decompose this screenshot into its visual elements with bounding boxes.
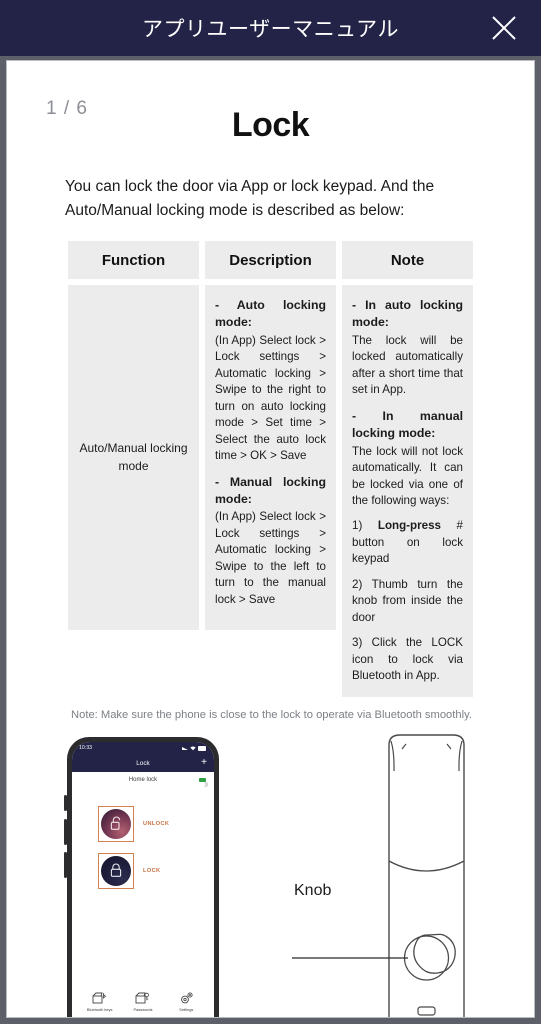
unlock-padlock-icon	[110, 816, 120, 830]
device-name: Home lock	[128, 776, 158, 783]
desc-manual-heading: - Manual locking mode:	[215, 474, 326, 507]
table-header-description: Description	[205, 241, 336, 280]
note-auto-body: The lock will be locked automatically af…	[352, 333, 463, 397]
intro-paragraph: You can lock the door via App or lock ke…	[65, 178, 435, 220]
feature-label-passwords: Passwords	[133, 1006, 153, 1012]
feature-settings[interactable]: Settings	[166, 991, 206, 1012]
device-name-row[interactable]: Home lock	[72, 772, 214, 788]
phone-screen: 10:33 Lock + Home lock ) ) ) UNLOCK LOCK…	[72, 741, 214, 1017]
battery-icon	[198, 745, 206, 751]
table-column-note: Note - In auto locking mode: The lock wi…	[342, 241, 473, 697]
lock-circle	[101, 855, 131, 886]
feature-shortcuts: Bluetooth keys Passwords Settings	[72, 991, 214, 1012]
status-time: 10:33	[79, 745, 92, 752]
bluetooth-status-icon: ) ) )	[204, 781, 208, 788]
status-icons	[182, 745, 207, 751]
table-column-function: Function Auto/Manual locking mode	[68, 241, 199, 697]
feature-table: Function Auto/Manual locking mode Descri…	[7, 241, 534, 697]
phone-appbar: Lock +	[72, 754, 214, 772]
page-title-header: アプリユーザーマニュアル	[142, 18, 399, 41]
unlock-button-frame	[98, 805, 134, 842]
password-icon	[136, 992, 150, 1003]
desc-manual-body: (In App) Select lock > Lock settings > A…	[215, 510, 326, 606]
note-item1-prefix: 1)	[352, 519, 363, 533]
phone-volume-up	[64, 818, 67, 845]
desc-auto-block: - Auto locking mode: (In App) Select loc…	[215, 297, 326, 465]
feature-bluetooth-keys[interactable]: Bluetooth keys	[80, 992, 120, 1012]
desc-manual-block: - Manual locking mode: (In App) Select l…	[215, 474, 326, 609]
table-header-note: Note	[342, 241, 473, 280]
manual-page: 1 / 6 Lock You can lock the door via App…	[6, 60, 535, 1018]
table-cell-note: - In auto locking mode: The lock will be…	[342, 285, 473, 697]
lock-button-frame	[98, 852, 134, 889]
wifi-icon	[190, 746, 196, 750]
signal-icon	[182, 746, 188, 750]
desc-auto-body: (In App) Select lock > Lock settings > A…	[215, 333, 326, 463]
page-indicator: 1 / 6	[46, 98, 88, 119]
feature-passwords[interactable]: Passwords	[123, 992, 163, 1012]
app-titlebar: アプリユーザーマニュアル	[0, 0, 541, 56]
phone-volume-down	[64, 851, 67, 878]
note-manual-block: - In manual locking mode: The lock will …	[352, 408, 463, 510]
table-footer-note: Note: Make sure the phone is close to th…	[71, 708, 472, 721]
table-cell-description: - Auto locking mode: (In App) Select loc…	[205, 285, 336, 631]
feature-label-bluetooth-keys: Bluetooth keys	[86, 1006, 113, 1012]
feature-label-settings: Settings	[179, 1006, 194, 1012]
note-manual-heading: - In manual locking mode:	[352, 408, 463, 441]
knob-label: Knob	[294, 881, 332, 899]
phone-tabbar: Lock Record Me	[72, 1016, 214, 1017]
note-item1-bold: Long-press	[377, 519, 441, 533]
lock-device-diagram: Knob	[290, 729, 525, 1017]
phone-mute-switch	[64, 794, 67, 811]
note-manual-body: The lock will not lock automatically. It…	[352, 444, 463, 508]
phone-mockup: 10:33 Lock + Home lock ) ) ) UNLOCK LOCK…	[64, 736, 219, 1017]
deadbolt-interior-drawing	[292, 733, 465, 1017]
gear-icon	[180, 991, 193, 1003]
lock-label: LOCK	[143, 867, 161, 874]
table-column-description: Description - Auto locking mode: (In App…	[205, 241, 336, 697]
close-icon[interactable]	[487, 11, 521, 45]
add-lock-icon[interactable]: +	[201, 758, 207, 768]
note-list-item-1: 1) Long-press # button on lock keypad	[352, 518, 463, 567]
lock-action-buttons: UNLOCK LOCK	[72, 805, 214, 900]
illustrations: 10:33 Lock + Home lock ) ) ) UNLOCK LOCK…	[7, 729, 534, 1017]
unlock-button[interactable]: UNLOCK	[98, 805, 214, 842]
lock-button[interactable]: LOCK	[98, 852, 214, 889]
note-auto-block: - In auto locking mode: The lock will be…	[352, 297, 463, 399]
table-cell-function: Auto/Manual locking mode	[68, 285, 199, 631]
bluetooth-key-icon	[92, 992, 107, 1003]
unlock-label: UNLOCK	[143, 820, 170, 827]
locked-padlock-icon	[110, 863, 121, 877]
table-header-function: Function	[68, 241, 199, 280]
note-list-item-3: 3) Click the LOCK icon to lock via Bluet…	[352, 636, 463, 683]
note-list-item-2: 2) Thumb turn the knob from inside the d…	[352, 577, 463, 624]
unlock-circle	[101, 808, 131, 839]
note-auto-heading: - In auto locking mode:	[352, 298, 463, 330]
desc-auto-heading: - Auto locking mode:	[215, 298, 326, 330]
appbar-title: Lock	[136, 759, 150, 767]
phone-status-bar: 10:33	[72, 741, 214, 755]
